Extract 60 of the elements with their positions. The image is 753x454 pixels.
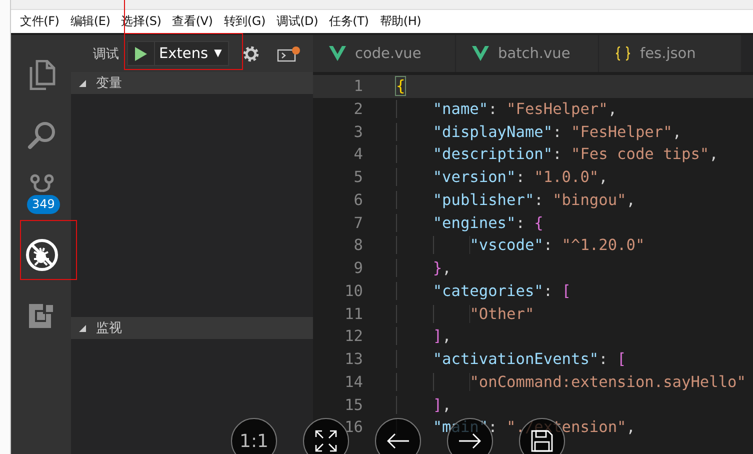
- editor-tab[interactable]: batch.vue: [456, 35, 599, 72]
- vue-file-icon: [329, 46, 346, 61]
- menu-item[interactable]: 查看(V): [167, 13, 218, 30]
- line-number: 16: [344, 417, 363, 438]
- menu-item[interactable]: 帮助(H): [374, 13, 426, 30]
- configuration-dropdown[interactable]: Extens ▼: [127, 41, 229, 66]
- line-number: 2: [352, 98, 363, 120]
- vue-file-icon: [472, 46, 489, 61]
- line-number: 5: [352, 167, 363, 188]
- line-number: 11: [344, 304, 363, 324]
- code-line: "Other": [396, 302, 534, 326]
- count-badge: 349: [27, 195, 60, 214]
- code-line: "categories": [: [396, 280, 571, 302]
- activity-tab[interactable]: 349: [11, 165, 71, 225]
- line-number: 13: [344, 349, 363, 370]
- line-number: 14: [344, 372, 363, 393]
- code-line: "engines": {: [396, 212, 544, 234]
- line-number: 10: [344, 280, 363, 302]
- code-line: "description": "Fes code tips",: [396, 143, 718, 166]
- menu-item[interactable]: 转到(G): [218, 13, 270, 30]
- fit-screen-icon: [315, 430, 337, 452]
- code-line: "onCommand:extension.sayHello": [396, 370, 746, 394]
- debug-label: 调试: [93, 46, 119, 62]
- expanded-icon: [79, 80, 86, 86]
- extensions-icon: [28, 301, 56, 329]
- line-number: 9: [352, 258, 363, 279]
- code-line: "publisher": "bingou",: [396, 188, 636, 212]
- editor-tab[interactable]: code.vue: [313, 35, 456, 72]
- line-number: 4: [352, 144, 363, 166]
- line-number: 3: [352, 122, 363, 142]
- menu-item[interactable]: 任务(T): [324, 13, 374, 30]
- code-line: "displayName": "FesHelper",: [396, 120, 682, 144]
- menu-item[interactable]: 调试(D): [271, 13, 324, 30]
- code-line: "version": "1.0.0",: [396, 166, 608, 189]
- start-debugging-icon[interactable]: [134, 46, 148, 62]
- code-line: "name": "FesHelper",: [396, 98, 618, 120]
- line-number: 7: [352, 212, 363, 234]
- line-number: 8: [352, 235, 363, 256]
- code-line: {: [396, 76, 406, 97]
- menu-item[interactable]: 编辑(E): [65, 13, 116, 30]
- code-line: "activationEvents": [: [396, 348, 626, 371]
- section-header[interactable]: 监视: [71, 317, 313, 339]
- right-arrow-icon: [458, 433, 482, 449]
- left-arrow-icon: [386, 433, 410, 449]
- line-number: 12: [344, 326, 363, 348]
- menu-item[interactable]: 文件(F): [15, 13, 64, 30]
- no-bug-icon: [25, 238, 59, 272]
- files-icon: [28, 60, 56, 90]
- editor-tab[interactable]: fes.json: [599, 35, 742, 72]
- line-number: 15: [344, 394, 363, 416]
- code-line: "vscode": "^1.20.0": [396, 234, 645, 257]
- expanded-icon: [79, 324, 86, 332]
- branch-icon: [29, 174, 55, 192]
- line-number: 1: [352, 76, 363, 97]
- search-icon: [27, 120, 57, 150]
- section-header[interactable]: 变量: [71, 72, 313, 94]
- braces-icon: [615, 46, 631, 61]
- line-number: 6: [352, 190, 363, 211]
- console-icon[interactable]: [276, 46, 301, 62]
- settings-icon[interactable]: [242, 44, 260, 62]
